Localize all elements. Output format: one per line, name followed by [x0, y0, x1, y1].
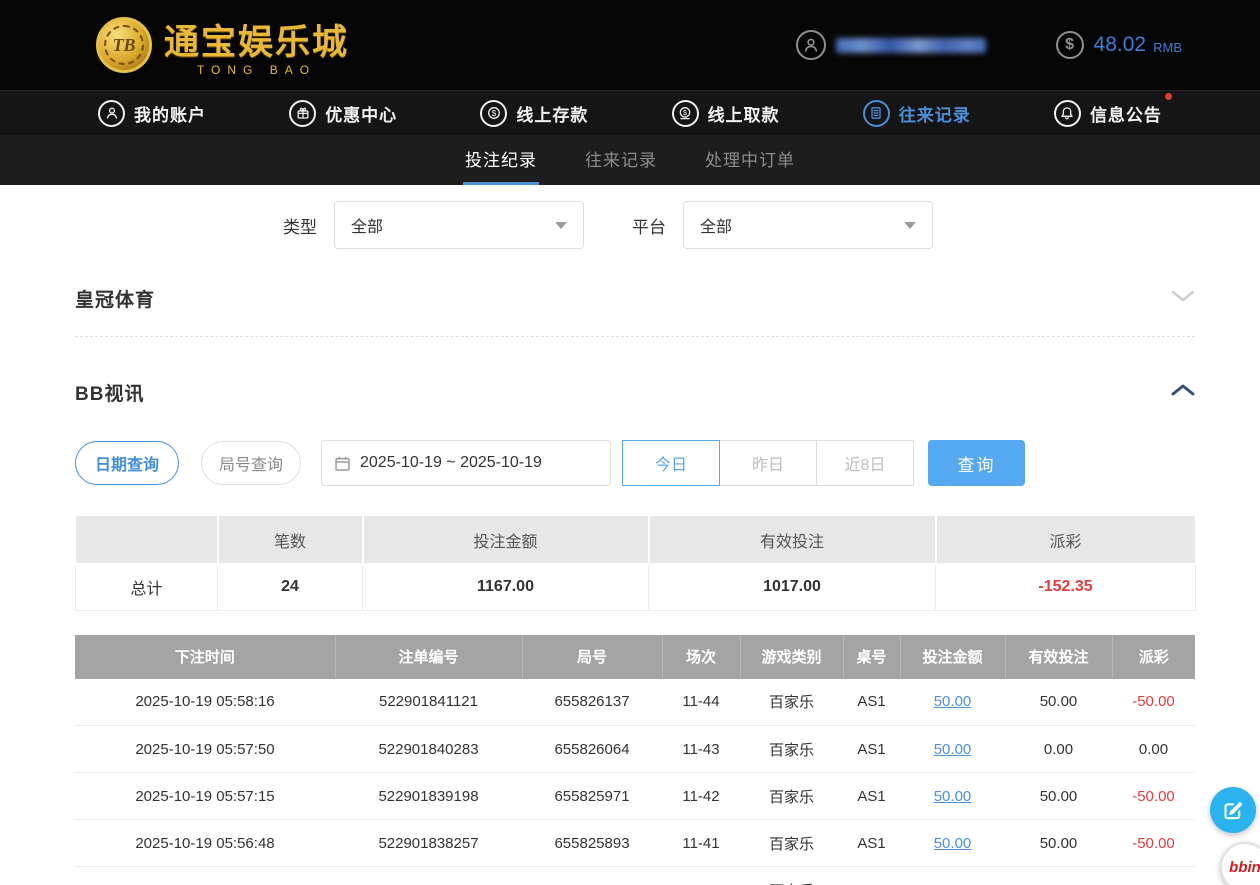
platform-label: 平台 [632, 213, 666, 238]
compose-icon [1223, 800, 1243, 820]
table-row: 2025-10-19 05:56:14 522901837173 6558258… [75, 867, 1195, 885]
quick-range-group: 今日 昨日 近8日 [623, 440, 914, 486]
username-censored [836, 38, 986, 53]
bet-records-table: 下注时间 注单编号 局号 场次 游戏类别 桌号 投注金额 有效投注 派彩 202… [75, 635, 1195, 885]
nav-item-my-account[interactable]: 我的账户 [98, 100, 206, 127]
date-query-button[interactable]: 日期查询 [75, 441, 179, 485]
chevron-down-icon [904, 222, 916, 229]
summary-bet-amount: 1167.00 [363, 564, 649, 610]
page: TB 通宝娱乐城 TONG BAO $ 48.02 RMB [0, 0, 1260, 885]
search-button[interactable]: 查询 [928, 440, 1025, 486]
customer-service-button[interactable] [1210, 787, 1256, 833]
balance-amount: 48.02 [1094, 33, 1147, 57]
deposit-coin-icon: $ [480, 100, 507, 127]
top-header: TB 通宝娱乐城 TONG BAO $ 48.02 RMB [0, 0, 1260, 90]
logo-title: 通宝娱乐城 [164, 14, 349, 65]
site-logo[interactable]: TB 通宝娱乐城 TONG BAO [96, 14, 349, 77]
logo-subtitle: TONG BAO [164, 63, 349, 77]
records-icon [863, 100, 890, 127]
summary-header-payout: 派彩 [936, 516, 1196, 564]
bet-amount-link[interactable]: 50.00 [934, 882, 972, 885]
calendar-icon [334, 455, 351, 472]
round-query-button[interactable]: 局号查询 [201, 441, 301, 485]
platform-select[interactable]: 全部 [683, 201, 933, 249]
date-range-value: 2025-10-19 ~ 2025-10-19 [360, 454, 542, 472]
logo-chip-icon: TB [96, 17, 152, 73]
summary-header-valid: 有效投注 [649, 516, 936, 564]
summary-header-count: 笔数 [218, 516, 363, 564]
bet-amount-link[interactable]: 50.00 [934, 788, 972, 805]
summary-header-blank [76, 516, 218, 564]
svg-text:$: $ [492, 109, 497, 118]
table-row: 2025-10-19 05:57:15 522901839198 6558259… [75, 773, 1195, 820]
query-controls: 日期查询 局号查询 2025-10-19 ~ 2025-10-19 今日 昨日 … [75, 440, 1195, 486]
nav-item-deposit[interactable]: $ 线上存款 [480, 100, 588, 127]
summary-table: 笔数 投注金额 有效投注 派彩 总计 24 1167.00 1017.00 -1… [75, 516, 1197, 611]
summary-total-label: 总计 [76, 564, 218, 610]
bet-amount-link[interactable]: 50.00 [934, 835, 972, 852]
summary-payout: -152.35 [936, 564, 1196, 610]
summary-count: 24 [218, 564, 363, 610]
bet-amount-link[interactable]: 50.00 [934, 741, 972, 758]
nav-item-records[interactable]: 往来记录 [863, 100, 971, 127]
notification-dot [1165, 93, 1172, 100]
avatar-icon [796, 30, 826, 60]
divider [75, 336, 1195, 337]
gift-icon [289, 100, 316, 127]
background-strip [0, 185, 6, 885]
table-row: 2025-10-19 05:56:48 522901838257 6558258… [75, 820, 1195, 867]
summary-header-bet: 投注金额 [363, 516, 649, 564]
withdraw-coin-icon: $ [672, 100, 699, 127]
user-account[interactable] [796, 30, 986, 60]
tab-pending-orders[interactable]: 处理中订单 [703, 135, 797, 185]
section-crown-sports[interactable]: 皇冠体育 [75, 285, 1195, 312]
tab-transaction-records[interactable]: 往来记录 [583, 135, 659, 185]
tab-bet-records[interactable]: 投注纪录 [463, 135, 539, 185]
type-label: 类型 [283, 213, 317, 238]
bet-amount-link[interactable]: 50.00 [934, 693, 972, 710]
chevron-up-icon[interactable] [1171, 383, 1195, 402]
bell-icon [1054, 100, 1081, 127]
summary-valid-bet: 1017.00 [649, 564, 936, 610]
bb-video-title: BB视讯 [75, 379, 144, 406]
user-icon [98, 100, 125, 127]
section-bb-video[interactable]: BB视讯 [75, 379, 1195, 406]
sub-nav: 投注纪录 往来记录 处理中订单 [0, 135, 1260, 185]
dollar-icon: $ [1056, 31, 1084, 59]
nav-item-announcements[interactable]: 信息公告 [1054, 100, 1162, 127]
crown-sports-title: 皇冠体育 [75, 285, 155, 312]
date-range-input[interactable]: 2025-10-19 ~ 2025-10-19 [321, 440, 611, 486]
chevron-down-icon [555, 222, 567, 229]
table-header-row: 下注时间 注单编号 局号 场次 游戏类别 桌号 投注金额 有效投注 派彩 [75, 635, 1195, 679]
table-row: 2025-10-19 05:57:50 522901840283 6558260… [75, 726, 1195, 773]
yesterday-button[interactable]: 昨日 [719, 440, 817, 486]
table-row: 2025-10-19 05:58:16 522901841121 6558261… [75, 679, 1195, 726]
svg-text:$: $ [683, 110, 687, 117]
today-button[interactable]: 今日 [622, 440, 720, 486]
last-8-days-button[interactable]: 近8日 [816, 440, 914, 486]
type-select[interactable]: 全部 [334, 201, 584, 249]
summary-row: 总计 24 1167.00 1017.00 -152.35 [76, 564, 1196, 610]
main-content: 类型 全部 平台 全部 皇冠体育 BB视讯 [0, 201, 1260, 885]
chevron-down-icon[interactable] [1171, 289, 1195, 308]
nav-item-withdraw[interactable]: $ 线上取款 [672, 100, 780, 127]
balance[interactable]: $ 48.02 RMB [1056, 31, 1182, 59]
balance-currency: RMB [1153, 35, 1182, 55]
bbin-logo-text: bbin [1229, 859, 1260, 876]
filter-row: 类型 全部 平台 全部 [283, 201, 1195, 249]
nav-item-promotions[interactable]: 优惠中心 [289, 100, 397, 127]
main-nav: 我的账户 优惠中心 $ 线上存款 $ 线上取款 往来记录 [0, 90, 1260, 135]
logo-chip-text: TB [112, 35, 135, 56]
